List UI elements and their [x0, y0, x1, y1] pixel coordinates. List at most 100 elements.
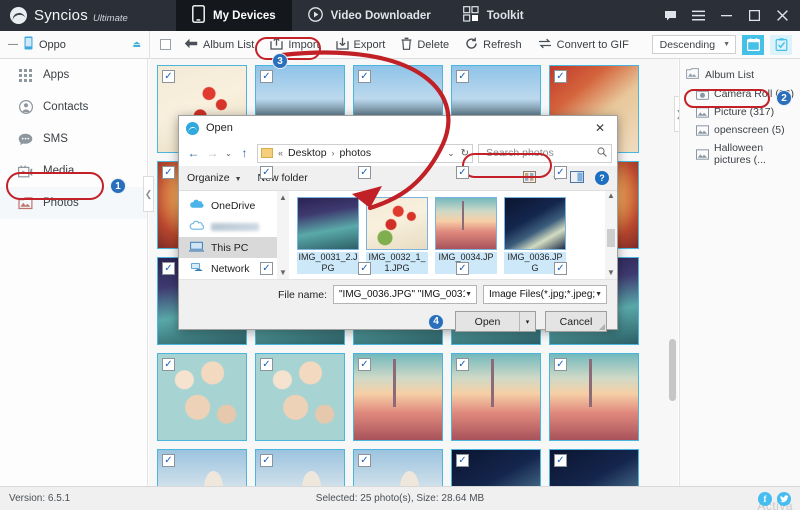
eject-icon[interactable]: ⏏ [132, 39, 141, 50]
layout-icon[interactable] [523, 170, 537, 186]
sidebar-item-apps[interactable]: Apps [0, 59, 147, 91]
photo-checkbox[interactable]: ✓ [260, 358, 273, 371]
tab-video-downloader[interactable]: Video Downloader [292, 0, 447, 31]
select-all-checkbox[interactable] [160, 39, 171, 50]
photo-checkbox[interactable]: ✓ [456, 454, 469, 467]
menu-icon[interactable] [684, 0, 712, 31]
checklist-view-button[interactable] [770, 34, 792, 55]
photo-cell[interactable]: ✓ [451, 353, 541, 441]
photo-checkbox[interactable]: ✓ [358, 454, 371, 467]
photo-cell[interactable]: ✓ [549, 449, 639, 486]
photo-checkbox[interactable]: ✓ [358, 166, 371, 179]
photo-checkbox[interactable]: ✓ [456, 358, 469, 371]
album-item-halloween[interactable]: Halloween pictures (... [680, 139, 800, 169]
collapse-sidebar-handle[interactable]: ❮ [143, 176, 154, 212]
places-scrollbar[interactable]: ▲ ▼ [277, 191, 289, 279]
photo-grid-scrollbar[interactable] [669, 339, 676, 401]
sidebar-item-photos[interactable]: Photos [0, 187, 147, 219]
feedback-icon[interactable] [656, 0, 684, 31]
places-scroll-up-icon[interactable]: ▲ [279, 193, 287, 202]
photo-checkbox[interactable]: ✓ [554, 262, 567, 275]
organize-button[interactable]: Organize ▼ [187, 172, 242, 184]
breadcrumb-photos[interactable]: photos [340, 147, 372, 159]
file-list-scrollbar[interactable]: ▲ ▼ [605, 191, 617, 279]
minimize-icon[interactable] [712, 0, 740, 31]
nav-up-button[interactable]: ↑ [235, 142, 254, 164]
nav-forward-button[interactable]: → [203, 142, 222, 164]
tab-my-devices[interactable]: My Devices [176, 0, 292, 31]
delete-button[interactable]: Delete [394, 34, 456, 56]
photo-checkbox[interactable]: ✓ [456, 262, 469, 275]
photo-cell[interactable]: ✓ [157, 449, 247, 486]
photo-checkbox[interactable]: ✓ [162, 358, 175, 371]
preview-pane-icon[interactable] [570, 170, 584, 186]
dialog-file-list[interactable]: IMG_0031_2.JPG IMG_0032_1_1.JPG IMG_0034… [289, 191, 617, 279]
photo-checkbox[interactable]: ✓ [554, 454, 567, 467]
place-cloud-account[interactable] [179, 216, 289, 237]
photo-cell[interactable]: ✓ [353, 353, 443, 441]
photo-checkbox[interactable]: ✓ [260, 454, 273, 467]
facebook-icon[interactable]: f [758, 491, 772, 506]
photo-checkbox[interactable]: ✓ [554, 70, 567, 83]
calendar-view-button[interactable] [742, 34, 764, 55]
photo-cell[interactable]: ✓ [255, 353, 345, 441]
device-selector[interactable]: — Oppo ⏏ [0, 30, 150, 59]
open-split-dropdown-icon[interactable]: ▾ [519, 312, 535, 331]
photo-checkbox[interactable]: ✓ [358, 70, 371, 83]
photo-checkbox[interactable]: ✓ [162, 454, 175, 467]
breadcrumb-dropdown-icon[interactable]: ⌄ [447, 148, 455, 159]
nav-recent-locations-button[interactable]: ⌄ [222, 142, 235, 164]
sidebar-item-sms[interactable]: SMS [0, 123, 147, 155]
breadcrumb[interactable]: « Desktop › photos ⌄ ↻ [257, 143, 473, 163]
sort-order-select[interactable]: Descending ▼ [651, 35, 736, 54]
place-this-pc[interactable]: This PC [179, 237, 289, 258]
photo-cell[interactable]: ✓ [451, 449, 541, 486]
file-scroll-up-icon[interactable]: ▲ [605, 191, 617, 200]
help-icon[interactable]: ? [595, 171, 609, 185]
open-button[interactable]: Open ▾ [455, 311, 536, 332]
file-item[interactable]: IMG_0031_2.JPG [297, 197, 359, 279]
dialog-close-icon[interactable]: ✕ [583, 116, 617, 140]
album-list-button[interactable]: Album List [177, 35, 261, 55]
convert-to-gif-button[interactable]: Convert to GIF [531, 34, 636, 56]
filetype-select[interactable]: Image Files(*.jpg;*.jpeg;*.png;*. ▼ [483, 285, 607, 304]
tab-toolkit[interactable]: Toolkit [447, 0, 540, 31]
photo-cell[interactable]: ✓ [255, 449, 345, 486]
photo-checkbox[interactable]: ✓ [260, 166, 273, 179]
photo-checkbox[interactable]: ✓ [456, 166, 469, 179]
filename-dropdown-icon[interactable]: ▼ [465, 291, 472, 298]
photo-checkbox[interactable]: ✓ [554, 358, 567, 371]
photo-checkbox[interactable]: ✓ [162, 166, 175, 179]
refresh-button[interactable]: Refresh [458, 34, 529, 56]
file-scroll-down-icon[interactable]: ▼ [607, 268, 615, 277]
photo-cell[interactable]: ✓ [157, 353, 247, 441]
breadcrumb-desktop[interactable]: Desktop [288, 147, 327, 159]
close-icon[interactable] [768, 0, 796, 31]
refresh-icon[interactable]: ↻ [461, 148, 469, 159]
resize-grip-icon[interactable]: ◢ [599, 322, 605, 331]
file-item[interactable]: IMG_0032_1_1.JPG [366, 197, 428, 279]
photo-checkbox[interactable]: ✓ [162, 70, 175, 83]
photo-cell[interactable]: ✓ [549, 353, 639, 441]
import-button[interactable]: Import [263, 34, 326, 56]
maximize-icon[interactable] [740, 0, 768, 31]
photo-checkbox[interactable]: ✓ [554, 166, 567, 179]
filename-input[interactable]: "IMG_0036.JPG" "IMG_0031_2.JPG" ▼ [333, 285, 477, 304]
photo-checkbox[interactable]: ✓ [358, 358, 371, 371]
twitter-icon[interactable] [777, 491, 791, 506]
export-button[interactable]: Export [329, 34, 393, 56]
photo-checkbox[interactable]: ✓ [260, 70, 273, 83]
nav-back-button[interactable]: ← [184, 142, 203, 164]
photo-cell[interactable]: ✓ [353, 449, 443, 486]
search-input[interactable]: Search photos [478, 143, 612, 163]
photo-checkbox[interactable]: ✓ [456, 70, 469, 83]
sidebar-item-contacts[interactable]: Contacts [0, 91, 147, 123]
photo-checkbox[interactable]: ✓ [260, 262, 273, 275]
album-item-openscreen[interactable]: openscreen (5) [680, 121, 800, 139]
album-list-root[interactable]: Album List [680, 65, 800, 85]
place-onedrive[interactable]: OneDrive [179, 195, 289, 216]
photo-checkbox[interactable]: ✓ [162, 262, 175, 275]
filetype-dropdown-icon[interactable]: ▼ [595, 291, 602, 298]
places-scroll-down-icon[interactable]: ▼ [279, 268, 287, 277]
photo-checkbox[interactable]: ✓ [358, 262, 371, 275]
